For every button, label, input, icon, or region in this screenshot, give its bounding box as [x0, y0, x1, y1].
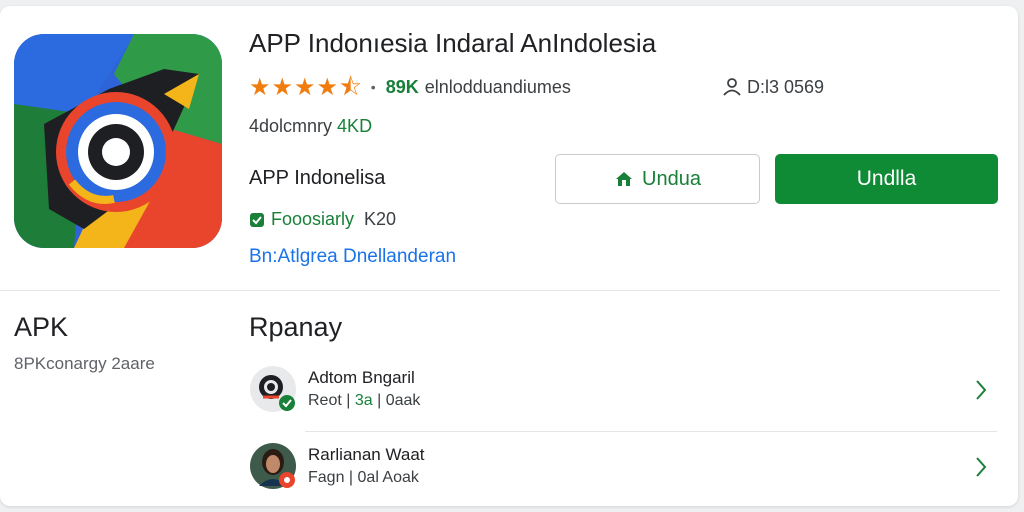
developer-link[interactable]: Bn:Atlgrea Dnellanderan: [249, 246, 456, 268]
secondary-button-label: Undua: [642, 167, 701, 190]
star-icon: ★: [316, 73, 339, 101]
rating-row: ★ ★ ★ ★ ⯪ • 89K elnlodduandiumes: [249, 72, 571, 102]
related-item-name: Rarlianan Waat: [308, 445, 425, 464]
chevron-right-icon: [976, 457, 987, 477]
primary-download-button[interactable]: Undlla: [775, 154, 998, 204]
size-info: 4dolcmnry 4KD: [249, 116, 372, 137]
person-avatar-icon: [250, 443, 296, 489]
related-item-meta-suffix: | 0aak: [372, 392, 421, 409]
size-prefix: 4dolcmnry: [249, 116, 333, 136]
related-item-meta: Fagn | 0al Aoak: [308, 469, 419, 487]
app-icon[interactable]: [14, 34, 222, 248]
separator-dot: •: [370, 79, 376, 95]
apk-section-subtitle: 8PKconargy 2aare: [14, 354, 155, 373]
related-item-meta-prefix: Reot |: [308, 392, 355, 409]
app-logo-icon: [14, 34, 222, 248]
related-section-title: Rpanay: [249, 312, 343, 342]
primary-button-label: Undlla: [856, 167, 917, 190]
star-icon: ★: [271, 73, 294, 101]
star-rating: ★ ★ ★ ★ ⯪: [249, 75, 363, 99]
star-icon: ★: [294, 73, 316, 101]
person-icon: [723, 78, 741, 96]
reviews-label: elnlodduandiumes: [424, 76, 571, 97]
related-item-meta-prefix: Fagn | 0al Aoak: [308, 469, 419, 486]
size-value: 4KD: [337, 116, 373, 136]
half-star-icon: ⯪: [339, 73, 362, 101]
star-icon: ★: [249, 73, 271, 101]
downloads-text: D:l3 0569: [747, 76, 825, 97]
app-details-card: APP Indonıesia Indaral AnIndolesia ★ ★ ★…: [0, 6, 1018, 506]
app-avatar-icon: [250, 366, 296, 412]
downloads-info: D:l3 0569: [721, 76, 824, 98]
related-item-name: Adtom Bngaril: [308, 368, 415, 387]
secondary-download-button[interactable]: Undua: [555, 154, 760, 204]
list-divider: [305, 431, 997, 432]
home-icon: [616, 172, 633, 186]
apk-section-title: APK: [14, 312, 69, 342]
verified-value: K20: [364, 209, 397, 229]
section-divider: [0, 290, 1000, 291]
related-item-meta: Reot | 3a | 0aak: [308, 392, 420, 410]
related-item-meta-accent: 3a: [354, 392, 373, 409]
app-title: APP Indonıesia Indaral AnIndolesia: [249, 28, 657, 58]
reviews-count: 89K: [385, 76, 419, 97]
related-list-item[interactable]: Adtom Bngaril Reot | 3a | 0aak: [245, 361, 997, 432]
verified-check-icon: [250, 212, 264, 227]
related-list-item[interactable]: Rarlianan Waat Fagn | 0al Aoak: [245, 438, 997, 504]
app-subtitle: APP Indonelisa: [249, 167, 386, 189]
chevron-right-icon: [976, 380, 987, 400]
verified-row: Fooosiarly K20: [249, 209, 396, 230]
verified-label: Fooosiarly: [271, 209, 355, 229]
